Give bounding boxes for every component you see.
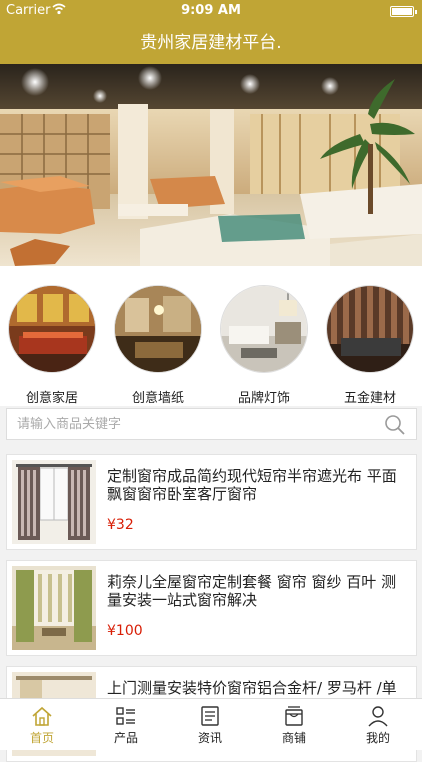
banner-image [0,64,422,266]
shop-icon [283,705,305,727]
tab-mine[interactable]: 我的 [336,699,420,751]
news-icon [199,705,221,727]
battery-icon [390,6,417,17]
user-icon [367,705,389,727]
category-row: 创意家居 创意墙纸 品牌灯饰 五金建材 [0,266,422,406]
tab-home[interactable]: 首页 [0,699,84,751]
product-price: ¥32 [107,517,134,533]
tab-shop[interactable]: 商铺 [252,699,336,751]
tab-label: 资讯 [197,731,222,745]
category-label: 创意墙纸 [131,391,184,406]
product-card[interactable]: 定制窗帘成品简约现代短帘半帘遮光布 平面飘窗窗帘卧室客厅窗帘 ¥32 [6,454,417,550]
product-image [12,566,96,650]
category-label: 品牌灯饰 [237,391,290,406]
category-item[interactable]: 五金建材 [325,285,415,406]
status-time: 9:09 AM [181,3,241,18]
nav-bar: 贵州家居建材平台. [0,22,422,64]
search-icon[interactable] [384,414,406,436]
banner-carousel[interactable] [0,64,422,266]
hardware-photo [326,285,414,373]
product-card[interactable]: 莉奈儿全屋窗帘定制套餐 窗帘 窗纱 百叶 测量安装一站式窗帘解决 ¥100 [6,560,417,656]
tab-label: 首页 [29,731,54,745]
home-icon [31,705,53,727]
category-label: 五金建材 [343,391,396,406]
tab-bar: 首页 产品 资讯 商铺 我的 [0,698,422,750]
tab-label: 产品 [113,731,138,745]
page-title: 贵州家居建材平台. [140,33,282,53]
search-bar [6,408,417,440]
wallpaper-photo [114,285,202,373]
product-title: 上门测量安装特价窗帘铝合金杆/ 罗马杆 /单 [107,679,397,697]
list-icon [115,705,137,727]
product-price: ¥100 [107,623,143,639]
product-title: 莉奈儿全屋窗帘定制套餐 窗帘 窗纱 百叶 测量安装一站式窗帘解决 [107,573,397,609]
category-label: 创意家居 [25,391,78,406]
category-item[interactable]: 创意家居 [7,285,97,406]
tab-label: 商铺 [281,731,306,745]
category-item[interactable]: 创意墙纸 [113,285,203,406]
product-title: 定制窗帘成品简约现代短帘半帘遮光布 平面飘窗窗帘卧室客厅窗帘 [107,467,397,503]
product-image [12,460,96,544]
tab-products[interactable]: 产品 [84,699,168,751]
status-bar: Carrier 9:09 AM [0,0,422,22]
tab-label: 我的 [365,731,390,745]
category-item[interactable]: 品牌灯饰 [219,285,309,406]
lighting-photo [220,285,308,373]
furniture-photo [8,285,96,373]
tab-news[interactable]: 资讯 [168,699,252,751]
search-input[interactable] [17,409,377,439]
